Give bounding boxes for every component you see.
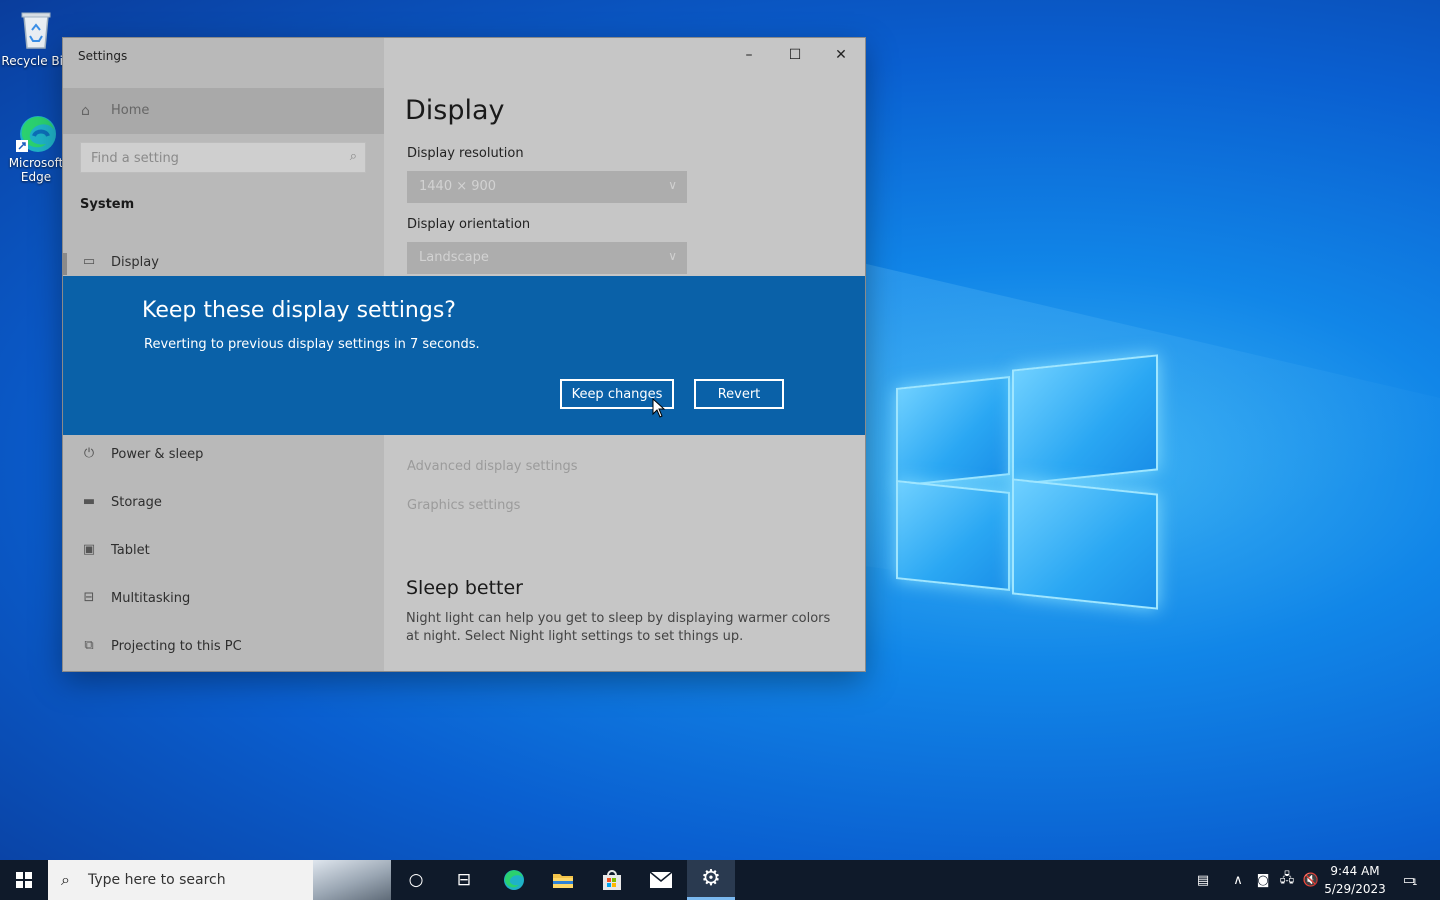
store-icon [603, 870, 621, 890]
taskbar-search[interactable]: ⌕ Type here to search [48, 860, 391, 900]
sleep-better-heading: Sleep better [406, 577, 523, 599]
multitasking-icon: ⊟ [83, 590, 95, 605]
cortana-button[interactable]: ○ [392, 860, 440, 900]
advanced-display-link[interactable]: Advanced display settings [407, 459, 577, 474]
sidebar-item-tablet[interactable]: ▣ Tablet [63, 531, 384, 571]
close-button[interactable]: ✕ [818, 38, 864, 72]
taskbar-file-explorer[interactable] [539, 860, 587, 900]
volume-muted-icon: 🔇 [1302, 872, 1320, 888]
close-icon: ✕ [835, 47, 847, 63]
mouse-cursor-icon [652, 398, 666, 418]
action-center-button[interactable]: ▭ 1 [1394, 860, 1424, 900]
logo-pane-bottom-left [896, 480, 1010, 591]
network-icon: 🖧 [1279, 871, 1295, 886]
maximize-icon: ☐ [788, 47, 802, 63]
start-button[interactable] [0, 860, 48, 900]
taskbar: ⌕ Type here to search ○ ⊟ ⚙ ▤ ∧ ◙ 🖧 🔇 9:… [0, 860, 1440, 900]
camera-icon: ◙ [1256, 872, 1270, 888]
resolution-dropdown[interactable]: 1440 × 900 ∨ [407, 171, 687, 203]
logo-pane-top-right [1012, 354, 1158, 486]
storage-icon: ▬ [82, 494, 96, 509]
volume-button[interactable]: 🔇 [1300, 860, 1322, 900]
news-widget-button[interactable]: ▤ [1186, 860, 1220, 900]
taskbar-mail[interactable] [637, 860, 685, 900]
recycle-bin-icon [14, 8, 58, 52]
find-setting-search[interactable]: Find a setting ⌕ [80, 142, 366, 173]
power-icon: ⏻ [83, 446, 95, 461]
notification-count: 1 [1411, 877, 1418, 888]
monitor-icon: ▭ [82, 254, 96, 269]
section-system: System [80, 197, 135, 212]
task-view-icon: ⊟ [456, 870, 472, 890]
maximize-button[interactable]: ☐ [772, 38, 818, 72]
minimize-icon: – [745, 47, 753, 63]
chevron-down-icon: ∨ [668, 178, 677, 192]
search-icon: ⌕ [61, 870, 70, 889]
recycle-bin-label: Recycle Bin [1, 54, 71, 68]
sidebar-item-label: Projecting to this PC [111, 639, 242, 654]
taskbar-settings[interactable]: ⚙ [687, 860, 735, 900]
network-button[interactable]: 🖧 [1276, 860, 1298, 900]
folder-icon [553, 874, 573, 888]
sidebar-item-label: Tablet [111, 543, 150, 558]
notification-icon: ▭ 1 [1402, 872, 1418, 888]
home-icon: ⌂ [81, 103, 90, 119]
orientation-label: Display orientation [407, 217, 531, 232]
meet-now-button[interactable]: ◙ [1252, 860, 1274, 900]
sidebar-item-label: Power & sleep [111, 447, 204, 462]
clock-date: 5/29/2023 [1324, 882, 1386, 896]
edge-icon [14, 110, 58, 154]
taskbar-search-placeholder: Type here to search [88, 872, 226, 888]
clock-time: 9:44 AM [1330, 864, 1380, 878]
sleep-better-text: Night light can help you get to sleep by… [406, 611, 831, 644]
resolution-label: Display resolution [407, 146, 524, 161]
sidebar-item-storage[interactable]: ▬ Storage [63, 483, 384, 523]
title-bar[interactable]: Settings – ☐ ✕ [63, 38, 865, 72]
home-label: Home [111, 103, 150, 118]
show-hidden-icons-button[interactable]: ∧ [1228, 860, 1248, 900]
taskbar-edge[interactable] [490, 860, 538, 900]
dialog-message: Reverting to previous display settings i… [144, 337, 480, 352]
sidebar-item-label: Storage [111, 495, 162, 510]
sidebar-home[interactable]: ⌂ Home [63, 88, 384, 134]
orientation-value: Landscape [419, 250, 489, 265]
gear-icon: ⚙ [701, 866, 721, 891]
window-title: Settings [78, 49, 128, 63]
orientation-dropdown[interactable]: Landscape ∨ [407, 242, 687, 274]
clock[interactable]: 9:44 AM 5/29/2023 [1322, 862, 1388, 898]
edge-label: Microsoft Edge [8, 156, 64, 184]
edge-icon [504, 870, 524, 890]
minimize-button[interactable]: – [726, 38, 772, 72]
revert-button[interactable]: Revert [694, 379, 784, 409]
logo-pane-bottom-right [1012, 478, 1158, 610]
search-placeholder: Find a setting [91, 151, 179, 166]
search-highlight-image [313, 860, 391, 900]
desktop-icon-edge[interactable]: Microsoft Edge [1, 110, 71, 184]
chevron-up-icon: ∧ [1233, 872, 1243, 888]
task-view-button[interactable]: ⊟ [440, 860, 488, 900]
mail-icon [649, 871, 673, 888]
resolution-value: 1440 × 900 [419, 179, 497, 194]
windows-start-icon [16, 872, 32, 888]
graphics-settings-link[interactable]: Graphics settings [407, 498, 520, 513]
news-icon: ▤ [1196, 872, 1210, 888]
tablet-icon: ▣ [82, 542, 96, 557]
sidebar-item-label: Multitasking [111, 591, 191, 606]
keep-settings-dialog: Keep these display settings? Reverting t… [63, 276, 865, 435]
chevron-down-icon: ∨ [668, 249, 677, 263]
page-title: Display [405, 95, 505, 126]
sidebar-item-multitasking[interactable]: ⊟ Multitasking [63, 579, 384, 619]
dialog-heading: Keep these display settings? [142, 298, 456, 323]
desktop-icon-recycle-bin[interactable]: Recycle Bin [1, 8, 71, 68]
logo-pane-top-left [896, 376, 1010, 487]
sidebar-item-label: Display [111, 255, 159, 270]
search-icon: ⌕ [349, 149, 357, 164]
cortana-icon: ○ [408, 870, 424, 890]
sidebar-item-projecting[interactable]: ⧉ Projecting to this PC [63, 627, 384, 667]
taskbar-store[interactable] [588, 860, 636, 900]
sidebar-item-power-sleep[interactable]: ⏻ Power & sleep [63, 435, 384, 475]
projecting-icon: ⧉ [84, 638, 94, 653]
